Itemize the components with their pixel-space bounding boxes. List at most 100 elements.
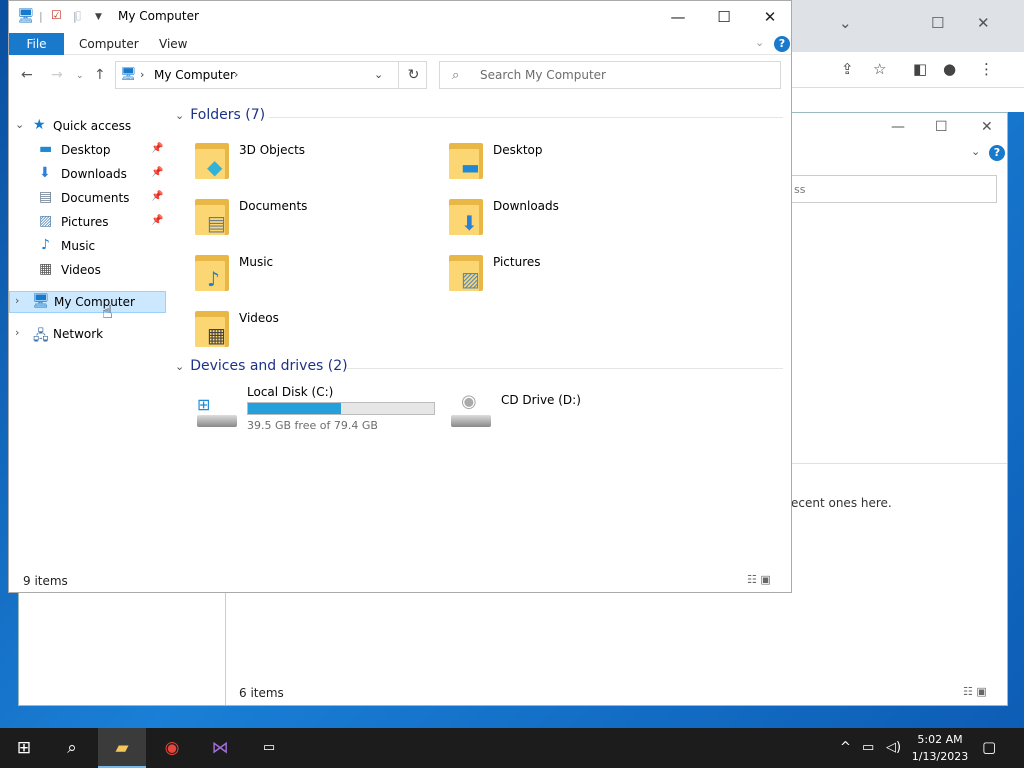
properties-icon[interactable]: ☑	[51, 8, 62, 22]
chevron-down-icon[interactable]: ⌄	[839, 14, 852, 32]
nav-item-documents[interactable]: ▤ Documents 📌	[9, 187, 166, 209]
music-icon: ♪	[207, 267, 220, 291]
clock-date: 1/13/2023	[911, 750, 969, 763]
folder-tile-music[interactable]: ♪ Music	[193, 251, 443, 301]
view-toggle-icons[interactable]: ☷ ▣	[963, 685, 987, 698]
nav-label: Music	[61, 239, 96, 253]
close-icon[interactable]: ✕	[977, 14, 990, 32]
breadcrumb-separator-icon[interactable]: ›	[140, 68, 144, 81]
nav-item-desktop[interactable]: ▬ Desktop 📌	[9, 139, 166, 161]
tab-computer[interactable]: Computer	[79, 37, 139, 51]
volume-icon[interactable]: ◁)	[886, 740, 901, 755]
refresh-icon[interactable]: ↻	[398, 62, 428, 88]
maximize-icon[interactable]: ☐	[931, 14, 944, 32]
help-icon[interactable]: ?	[774, 36, 790, 52]
windows-logo-icon: ⊞	[197, 395, 211, 414]
nav-item-pictures[interactable]: ▨ Pictures 📌	[9, 211, 166, 233]
terminal-icon[interactable]: ▭	[245, 728, 293, 768]
nav-label: Network	[53, 327, 104, 341]
folder-tile-videos[interactable]: ▦ Videos	[193, 307, 443, 357]
status-text: 6 items	[239, 686, 284, 700]
window-title: My Computer	[118, 9, 199, 23]
recent-dropdown-icon[interactable]: ⌄	[76, 71, 84, 81]
file-tab[interactable]: File	[9, 33, 64, 55]
chevron-up-icon[interactable]: ^	[840, 740, 851, 755]
folder-name: Desktop	[493, 143, 543, 157]
pin-icon[interactable]: 📌	[151, 191, 163, 202]
close-icon[interactable]: ✕	[747, 5, 793, 29]
nav-label: Quick access	[53, 119, 132, 133]
nav-item-downloads[interactable]: ⬇ Downloads 📌	[9, 163, 166, 185]
folder-name: Downloads	[493, 199, 559, 213]
start-icon[interactable]: ⊞	[0, 728, 48, 768]
menu-icon[interactable]: ⋮	[979, 60, 994, 78]
group-header-drives[interactable]: ⌄ Devices and drives (2)	[175, 358, 348, 374]
clock[interactable]: 5:02 AM 1/13/2023	[908, 731, 972, 765]
folder-tile-documents[interactable]: ▤ Documents	[193, 195, 443, 245]
chevron-right-icon[interactable]: ›	[15, 326, 19, 339]
content-pane: ⌄ Folders (7) ◆ 3D Objects ▬ Desktop ▤ Do…	[169, 99, 791, 569]
nav-item-my-computer[interactable]: › 🖥 My Computer	[9, 291, 166, 313]
status-text: 9 items	[23, 574, 68, 588]
group-title: Folders (7)	[190, 107, 266, 123]
chrome-icon[interactable]: ◉	[148, 728, 196, 768]
ribbon-expand-icon[interactable]: ⌄	[755, 36, 764, 49]
profile-icon[interactable]: ●	[943, 60, 956, 78]
tab-view[interactable]: View	[159, 37, 187, 51]
chevron-down-icon[interactable]: ⌄	[175, 360, 184, 373]
help-icon[interactable]: ?	[989, 145, 1005, 161]
chevron-down-icon[interactable]: ⌄	[15, 118, 24, 131]
share-icon[interactable]: ⇪	[841, 60, 854, 78]
drive-tile-local-disk[interactable]: ⊞ Local Disk (C:) 39.5 GB free of 79.4 G…	[195, 385, 445, 435]
folder-tile-3d-objects[interactable]: ◆ 3D Objects	[193, 139, 443, 189]
nav-item-videos[interactable]: ▦ Videos	[9, 259, 166, 281]
folder-tile-desktop[interactable]: ▬ Desktop	[447, 139, 697, 189]
close-icon[interactable]: ✕	[981, 119, 993, 135]
navigation-bar: ← → ⌄ ↑ 🖥 › My Computer › ⌄ ↻ ⌕ Search M…	[9, 55, 791, 99]
hard-drive-icon: ⊞	[195, 391, 239, 429]
search-input[interactable]: ⌕ Search My Computer	[439, 61, 781, 89]
pin-icon[interactable]: 📌	[151, 143, 163, 154]
breadcrumb[interactable]: My Computer	[154, 68, 235, 82]
drive-tile-cd-drive[interactable]: ◉ CD Drive (D:)	[449, 385, 699, 435]
chevron-right-icon[interactable]: ›	[15, 294, 19, 307]
search-input[interactable]: ss	[789, 175, 997, 203]
chevron-down-icon[interactable]: ⌄	[175, 109, 184, 122]
maximize-icon[interactable]: ☐	[935, 119, 948, 135]
breadcrumb-separator-icon[interactable]: ›	[234, 68, 238, 81]
chevron-down-icon[interactable]: ⌄	[971, 145, 980, 158]
pin-icon[interactable]: 📌	[151, 215, 163, 226]
file-explorer-icon[interactable]: ▰	[98, 728, 146, 768]
folder-name: Pictures	[493, 255, 541, 269]
chevron-down-icon[interactable]: ⌄	[374, 68, 383, 81]
nav-item-network[interactable]: › 🖧 Network	[9, 323, 166, 345]
forward-arrow-icon[interactable]: →	[51, 67, 63, 83]
pin-icon[interactable]: 📌	[151, 167, 163, 178]
group-header-folders[interactable]: ⌄ Folders (7)	[175, 107, 265, 123]
chrome-toolbar: ⇪ ☆ ◧ ● ⋮	[781, 52, 1024, 88]
minimize-icon[interactable]: —	[891, 119, 905, 135]
folder-tile-pictures[interactable]: ▨ Pictures	[447, 251, 697, 301]
nav-item-quick-access[interactable]: ⌄ ★ Quick access	[9, 115, 166, 137]
network-icon[interactable]: ▭	[862, 740, 874, 755]
group-title: Devices and drives (2)	[190, 358, 348, 374]
star-icon[interactable]: ☆	[873, 60, 886, 78]
folder-tile-downloads[interactable]: ⬇ Downloads	[447, 195, 697, 245]
drive-name: CD Drive (D:)	[501, 393, 581, 407]
view-toggle-icons[interactable]: ☷ ▣	[747, 573, 771, 586]
maximize-icon[interactable]: ☐	[701, 5, 747, 29]
divider: |	[39, 10, 43, 23]
address-bar[interactable]: 🖥 › My Computer › ⌄ ↻	[115, 61, 427, 89]
visual-studio-icon[interactable]: ⋈	[196, 728, 244, 768]
folder-icon: ⬇	[447, 197, 485, 237]
back-arrow-icon[interactable]: ←	[21, 67, 33, 83]
new-folder-icon[interactable]: ▯	[75, 8, 82, 22]
search-icon[interactable]: ⌕	[48, 728, 96, 768]
qat-dropdown-icon[interactable]: ▼	[95, 12, 102, 22]
notification-icon[interactable]: ▢	[982, 738, 996, 756]
sidepanel-icon[interactable]: ◧	[913, 60, 927, 78]
up-arrow-icon[interactable]: ↑	[94, 67, 106, 83]
picture-icon: ▨	[39, 213, 53, 229]
nav-item-music[interactable]: ♪ Music	[9, 235, 166, 257]
minimize-icon[interactable]: —	[655, 5, 701, 29]
